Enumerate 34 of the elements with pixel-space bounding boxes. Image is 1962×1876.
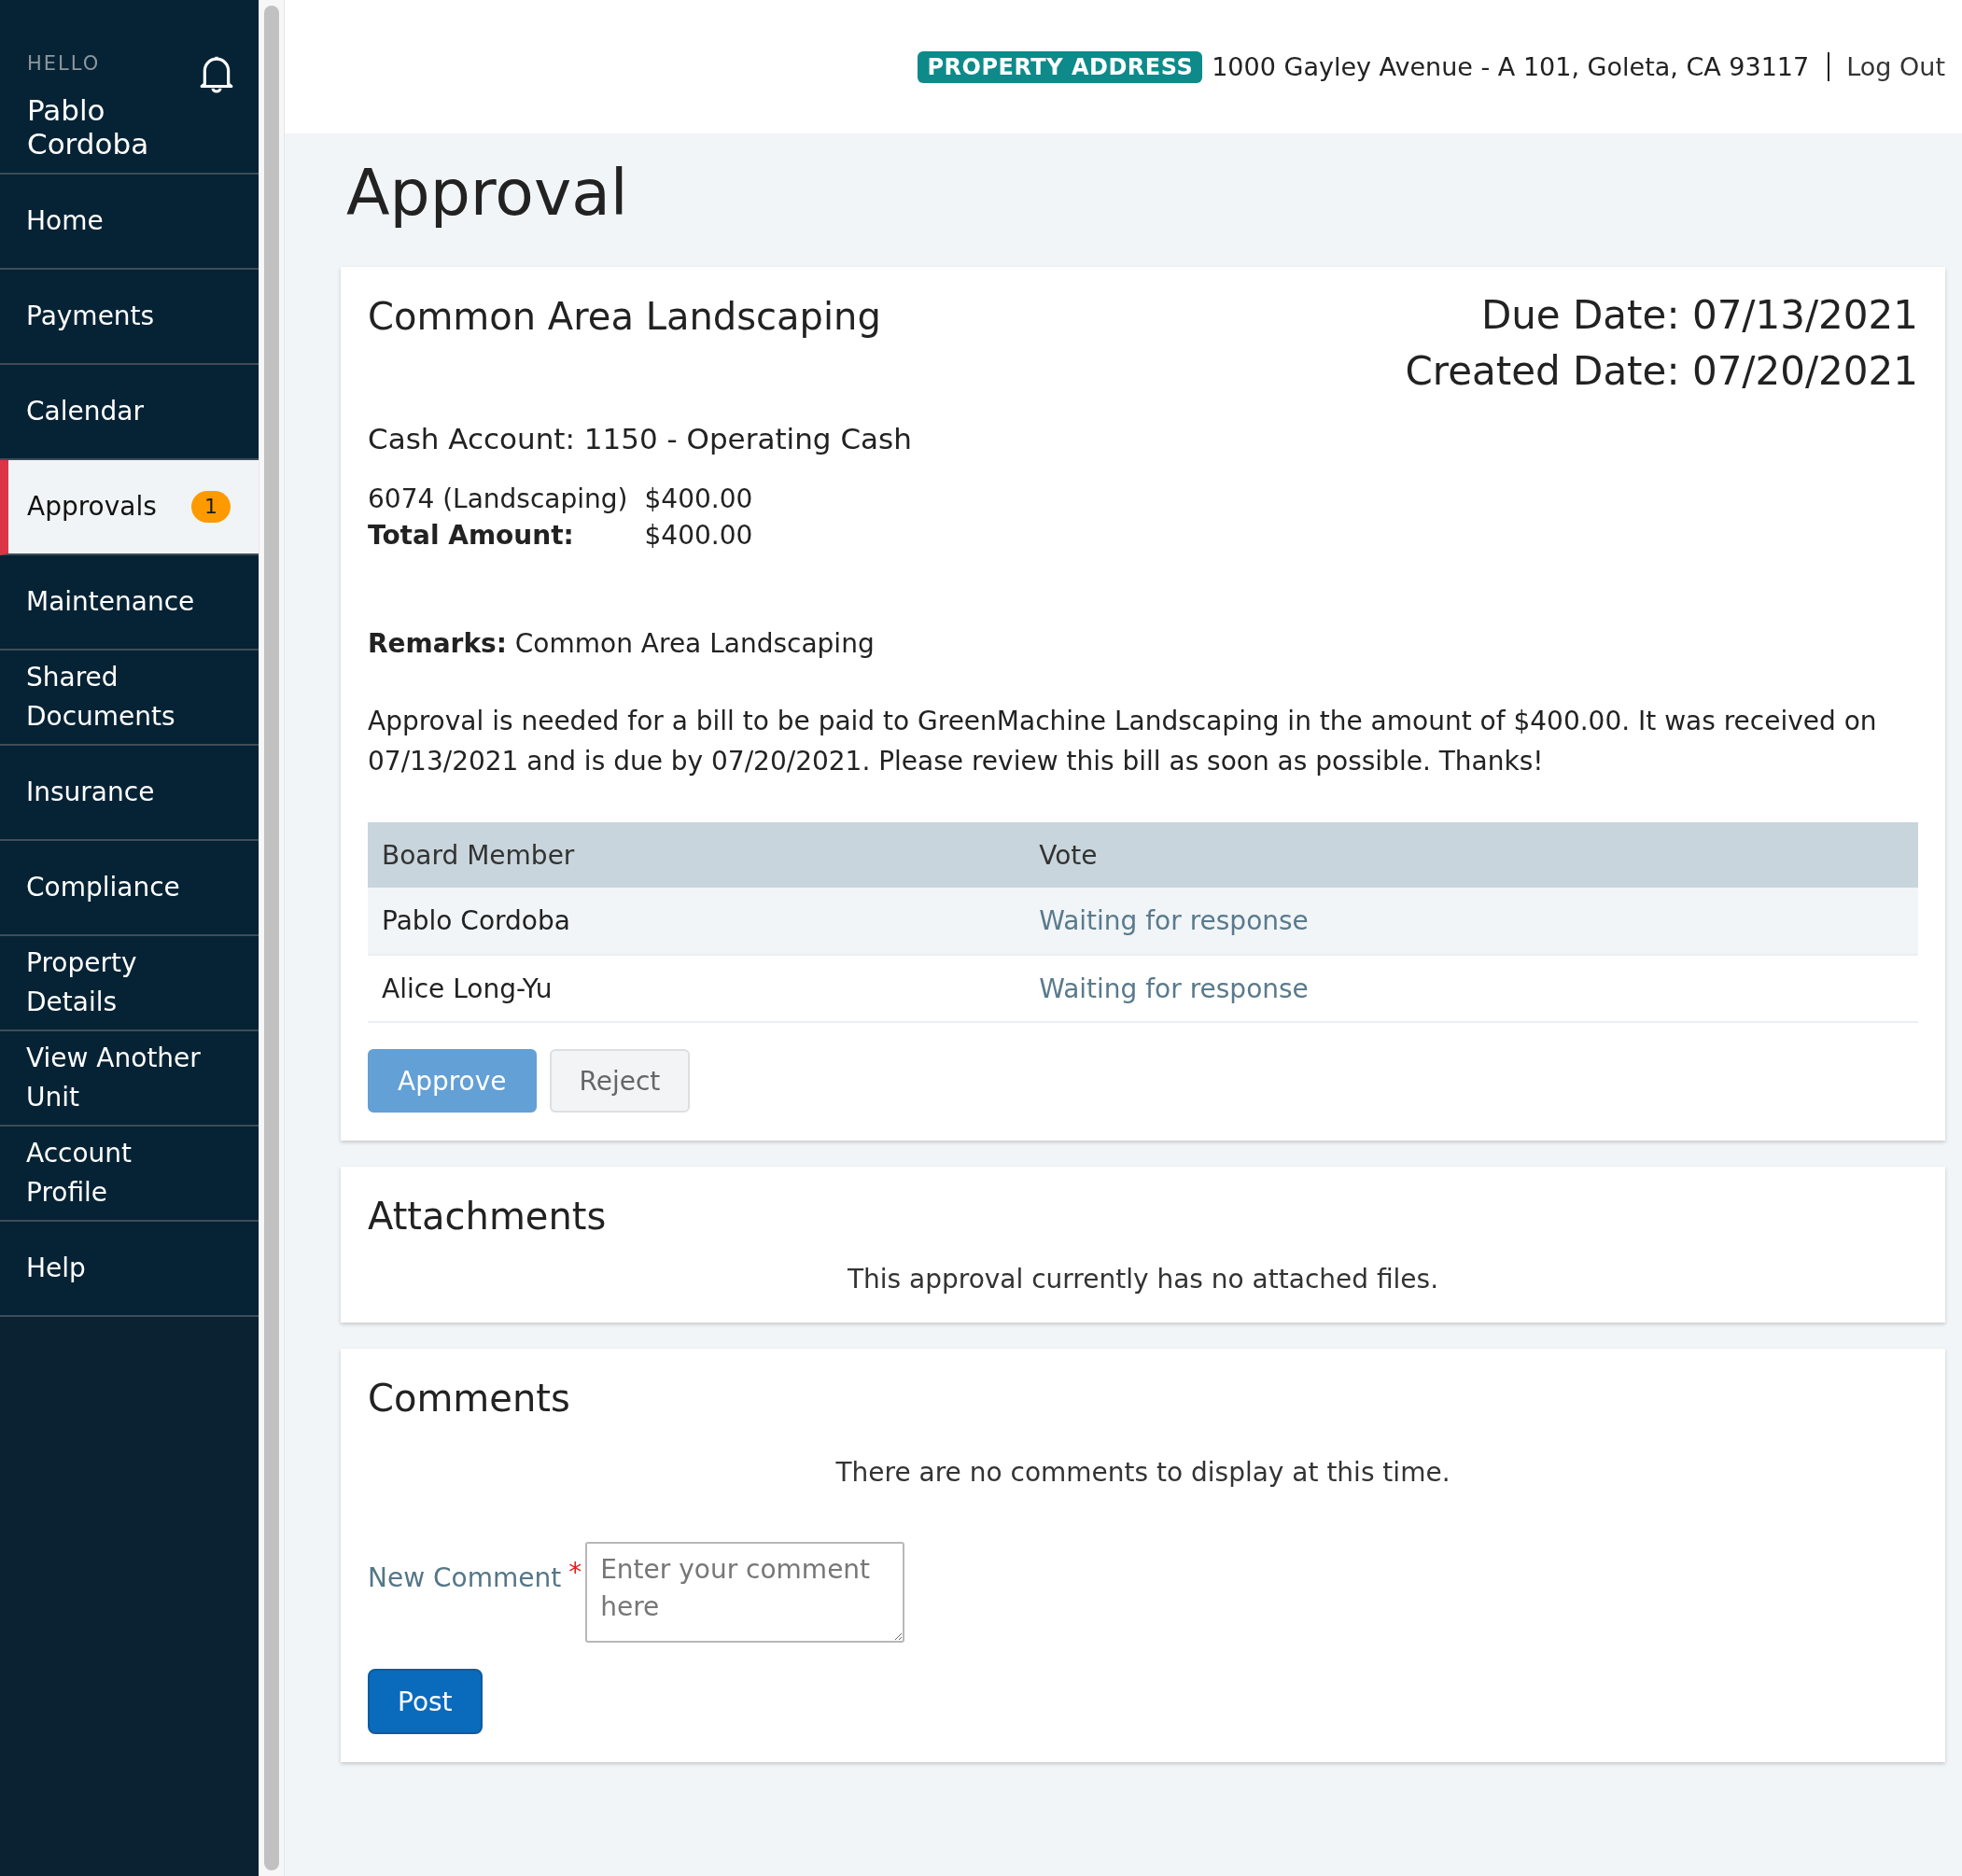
address-label: PROPERTY ADDRESS [918, 50, 1203, 83]
cash-account: Cash Account: 1150 - Operating Cash [368, 422, 913, 455]
description: Approval is needed for a bill to be paid to GreenMachine Landscaping in the amount of $400.00. It was received on 07/13/2021 and is due by 07/20/2021. Please review this bill as soon as possible. Thanks! [368, 705, 1878, 778]
line-item-label: 6074 (Landscaping) [368, 483, 628, 514]
field-label: New Comment [368, 1562, 562, 1593]
column-header: Vote [1025, 822, 1918, 888]
required-mark: * [568, 1557, 582, 1588]
page-title: Approval [346, 156, 629, 230]
line-item-label: Total Amount: [368, 520, 575, 551]
empty-message: This approval currently has no attached files. [846, 1264, 1440, 1295]
empty-message: There are no comments to display at this time. [834, 1457, 1451, 1488]
member-name: Alice Long-Yu [368, 955, 1026, 1022]
remarks: Remarks: Common Area Landscaping [368, 627, 876, 661]
bell-icon[interactable] [199, 54, 234, 93]
card-title: Attachments [368, 1195, 608, 1238]
vote-status: Waiting for response [1025, 955, 1918, 1022]
vote-status: Waiting for response [1025, 888, 1918, 955]
card-title: Common Area Landscaping [368, 295, 881, 338]
member-name: Pablo Cordoba [368, 888, 1026, 955]
reject-button[interactable]: Reject [549, 1049, 691, 1113]
comment-field[interactable]: Enter your comment here [585, 1542, 905, 1643]
nav-item[interactable]: Approvals 1 [0, 460, 259, 555]
property-address: 1000 Gayley Avenue - A 101, Goleta, CA 93117 [1212, 52, 1830, 81]
logout-link[interactable]: Log Out [1839, 52, 1945, 81]
line-item-amount: $400.00 [644, 483, 753, 514]
greeting: HELLO [27, 52, 102, 75]
column-header: Board Member [368, 822, 1026, 888]
count-badge: 1 [191, 491, 231, 523]
due-date: Due Date: 07/13/2021 [1479, 291, 1918, 340]
post-button[interactable]: Post [368, 1669, 483, 1734]
user-name: Pablo Cordoba [27, 93, 150, 161]
created-date: Created Date: 07/20/2021 [1405, 347, 1918, 396]
line-item-amount: $400.00 [644, 520, 753, 551]
card-title: Comments [368, 1377, 571, 1420]
